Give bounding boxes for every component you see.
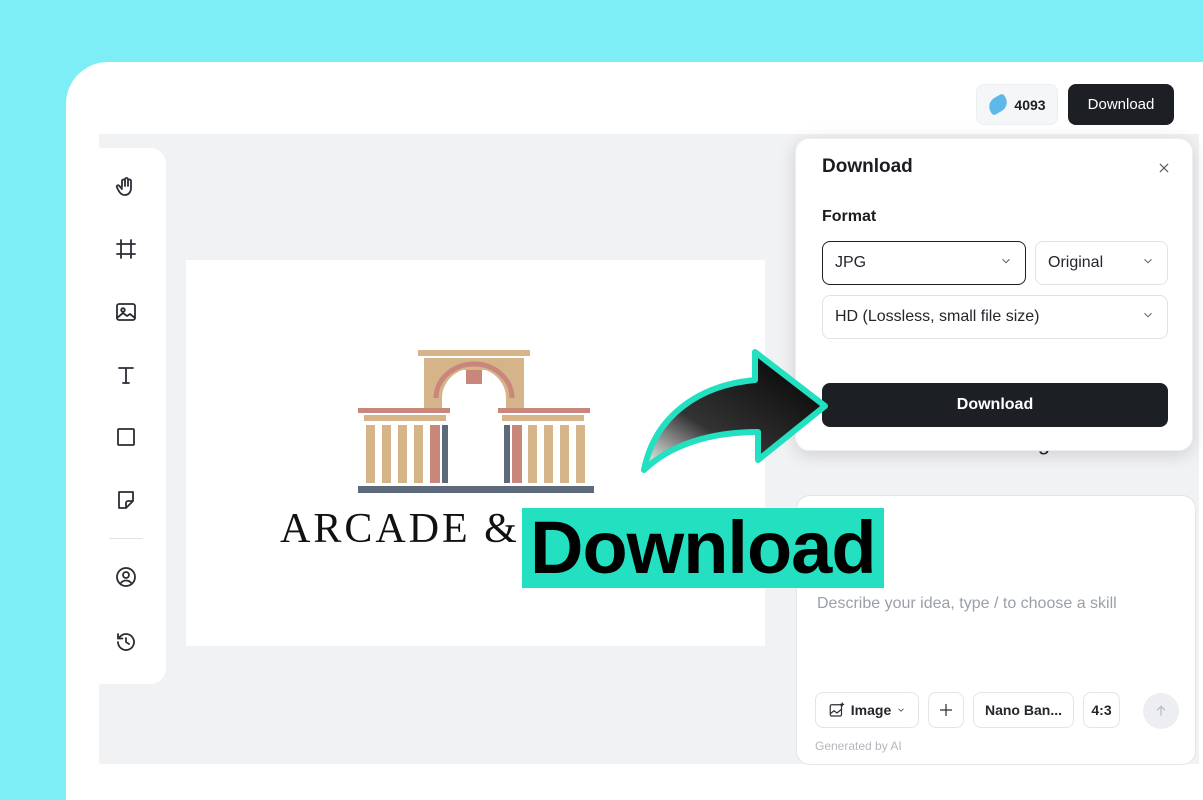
chevron-down-icon (898, 708, 904, 712)
curved-arrow-annotation (641, 349, 828, 473)
chat-input[interactable]: Describe your idea, type / to choose a s… (817, 595, 1117, 613)
account-tool[interactable] (110, 561, 142, 593)
popup-title: Download (822, 156, 913, 177)
image-icon (116, 303, 136, 321)
format-label: Format (822, 208, 877, 225)
text-icon (118, 367, 134, 384)
mode-select[interactable]: Image (815, 692, 919, 728)
arrow-up-icon (1156, 705, 1166, 716)
size-value: Original (1048, 254, 1104, 271)
generated-note: Generated by AI (815, 739, 902, 753)
quality-value: HD (Lossless, small file size) (835, 308, 1040, 325)
image-sparkle-icon (829, 702, 844, 717)
header-download-button[interactable]: Download (1068, 84, 1174, 125)
history-icon (117, 633, 135, 651)
format-value: JPG (835, 254, 867, 271)
ratio-select[interactable]: 4:3 (1083, 692, 1120, 728)
history-tool[interactable] (110, 626, 142, 658)
send-button[interactable] (1143, 693, 1179, 729)
add-button[interactable] (928, 692, 964, 728)
chevron-down-icon (1002, 258, 1010, 263)
callout-text: Download (530, 506, 877, 589)
model-select[interactable]: Nano Ban... (973, 692, 1074, 728)
download-callout: Download (522, 508, 884, 588)
chevron-down-icon (1144, 312, 1152, 317)
size-select[interactable]: Original (1035, 241, 1168, 285)
format-select[interactable]: JPG (822, 241, 1026, 285)
crop-frame-icon (116, 239, 136, 259)
toolbar-divider (109, 538, 143, 539)
shape-tool[interactable] (110, 421, 142, 453)
user-icon (116, 567, 136, 587)
quality-select[interactable]: HD (Lossless, small file size) (822, 295, 1168, 339)
close-icon (1159, 163, 1169, 173)
popup-download-button[interactable]: Download (822, 383, 1168, 427)
sticky-note-tool[interactable] (110, 484, 142, 516)
text-tool[interactable] (110, 359, 142, 391)
hand-icon (115, 177, 132, 196)
credits-drop-icon (986, 93, 1011, 116)
frame-tool[interactable] (110, 233, 142, 265)
arcade-logo-graphic (358, 350, 594, 493)
hand-tool[interactable] (110, 171, 142, 203)
mode-label: Image (850, 702, 892, 718)
sticky-note-icon (118, 491, 134, 509)
credits-count: 4093 (1014, 96, 1046, 113)
left-toolbar (99, 148, 166, 684)
plus-icon (940, 704, 952, 716)
close-button[interactable] (1152, 156, 1176, 180)
rectangle-icon (117, 428, 135, 446)
chevron-down-icon (1144, 258, 1152, 263)
credits-badge[interactable]: 4093 (976, 84, 1058, 125)
image-tool[interactable] (110, 296, 142, 328)
